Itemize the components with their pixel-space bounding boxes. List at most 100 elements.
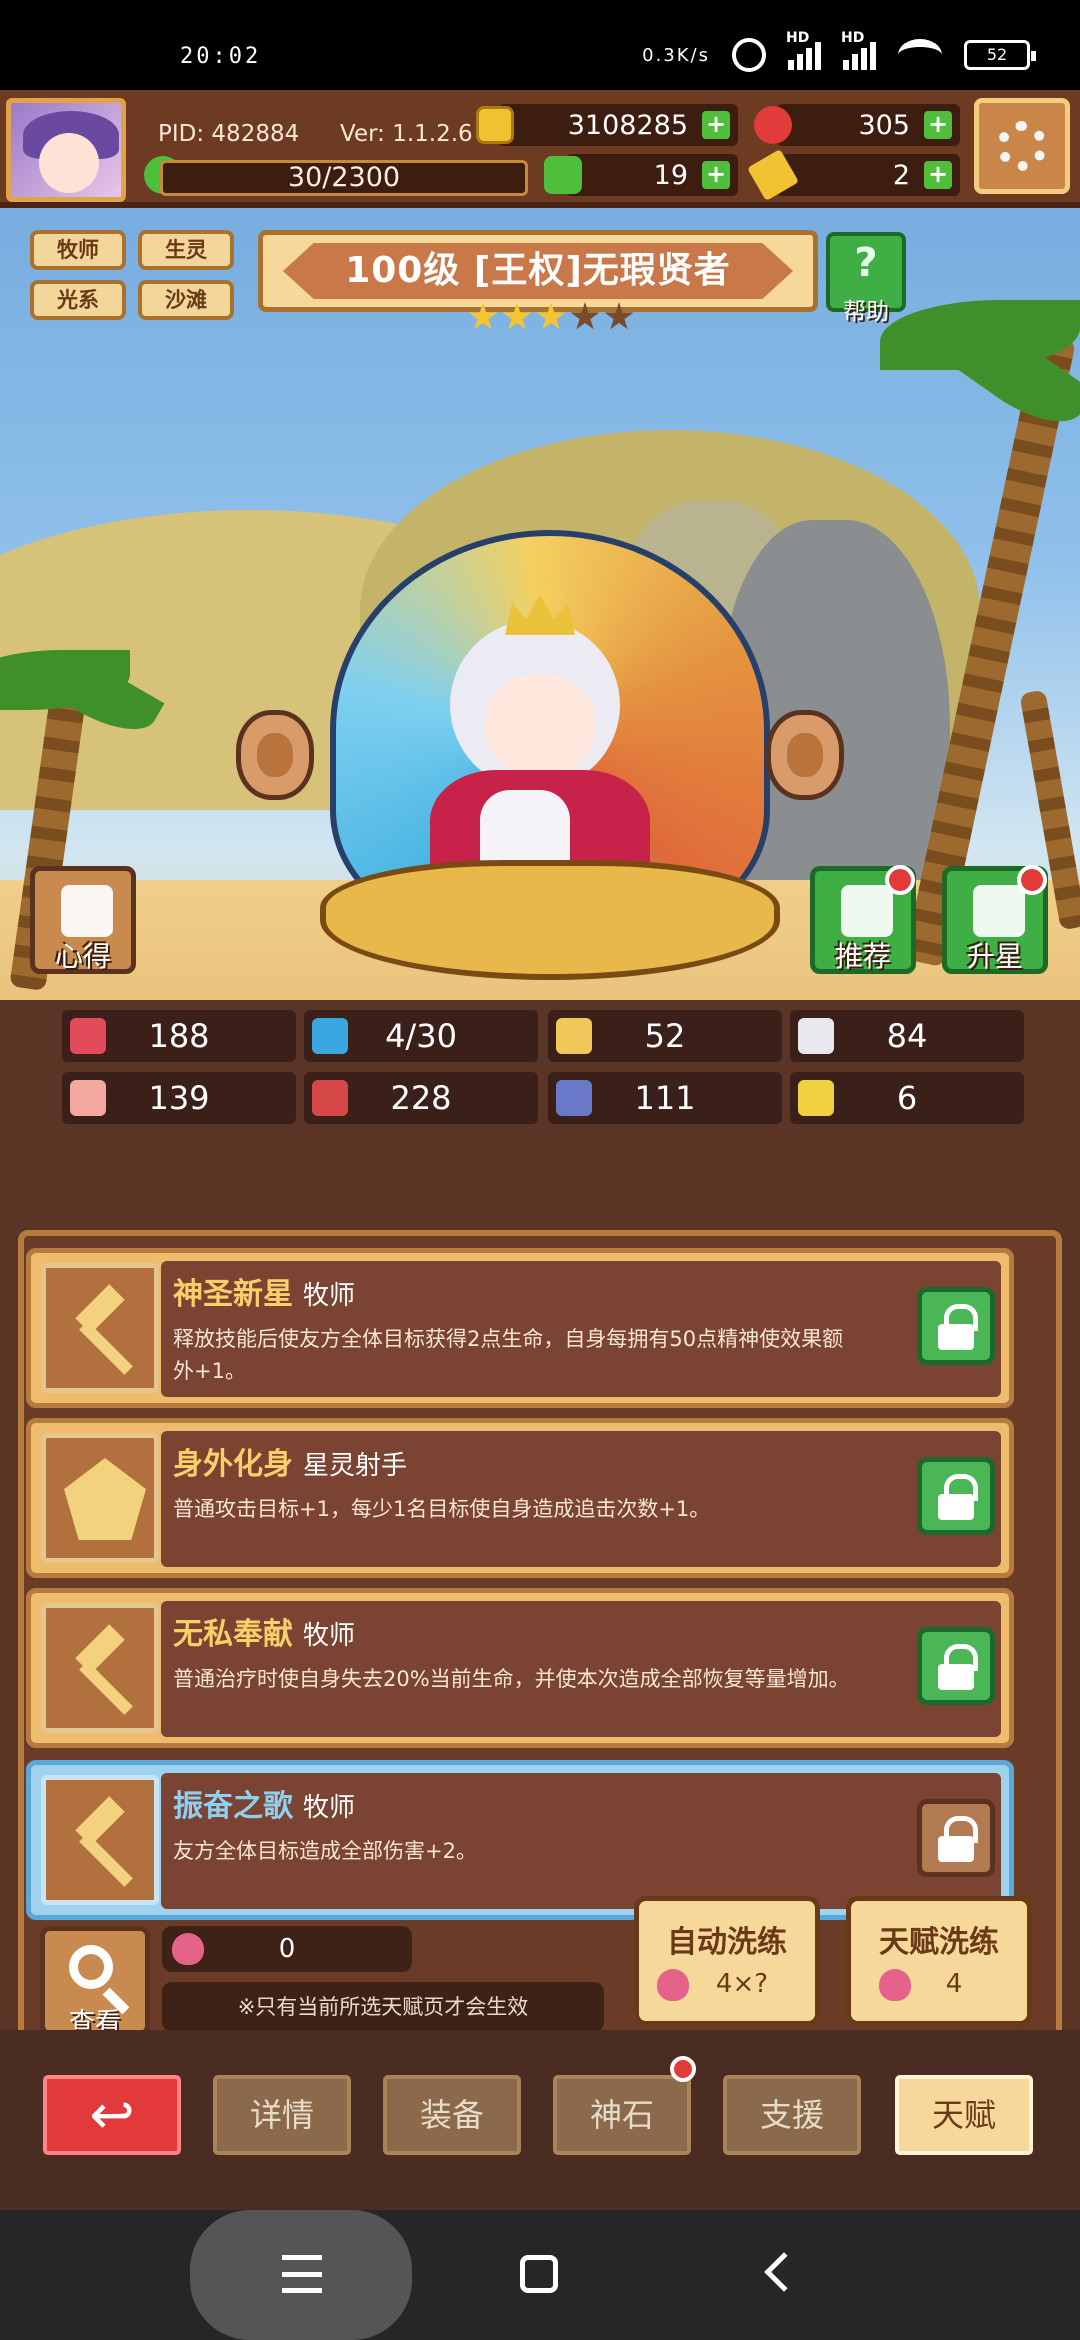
talent-gem-counter: 0 [162, 1926, 412, 1972]
talent-description: 普通治疗时使自身失去20%当前生命，并使本次造成全部恢复等量增加。 [173, 1667, 850, 1691]
notification-dot [885, 865, 915, 895]
talent-title: 振奋之歌 牧师 [173, 1781, 355, 1825]
talent-role: 星灵射手 [303, 1451, 408, 1481]
notification-dot [670, 2056, 696, 2082]
hammer-icon [41, 1603, 159, 1733]
signal-icon: HD [841, 30, 876, 70]
status-bar: 20:02 0.3K/s HD HD 52 [0, 0, 1080, 90]
tag-class: 牧师 [30, 230, 126, 270]
notebook-icon [61, 885, 113, 937]
star-icon [604, 302, 634, 330]
nav-equipment[interactable]: 装备 [378, 2070, 526, 2160]
key-amount: 2 [892, 159, 910, 191]
menu-icon[interactable] [282, 2255, 322, 2293]
lock-icon[interactable] [917, 1627, 995, 1705]
question-icon: ? [854, 240, 878, 286]
talent-refine-button[interactable]: 天赋洗练 4 [846, 1896, 1032, 2026]
star-icon [570, 302, 600, 330]
back-button[interactable]: ↩ [38, 2070, 186, 2160]
player-avatar[interactable] [6, 98, 126, 202]
talent-description: 普通攻击目标+1，每少1名目标使自身造成追击次数+1。 [173, 1497, 711, 1521]
hammer-icon [41, 1263, 159, 1393]
talent-refine-label: 天赋洗练 [879, 1925, 999, 1960]
notification-dot [1017, 865, 1047, 895]
upgrade-star-button[interactable]: 升星 [942, 865, 1048, 974]
add-clover-button[interactable]: + [702, 161, 730, 189]
talent-role: 牧师 [303, 1281, 356, 1311]
hero-face [485, 675, 595, 775]
unlock-icon[interactable] [917, 1799, 995, 1877]
help-button[interactable]: ? 帮助 [826, 232, 906, 325]
gold-coin-icon [476, 106, 514, 144]
lock-icon[interactable] [917, 1457, 995, 1535]
stat-wing: 84 [790, 1010, 1024, 1062]
talent-refine-cost: 4 [851, 1969, 1027, 2001]
add-gold-button[interactable]: + [702, 111, 730, 139]
next-hero-button[interactable] [766, 710, 844, 800]
nav-support[interactable]: 支援 [718, 2070, 866, 2160]
tag-terrain: 沙滩 [138, 280, 234, 320]
settings-button[interactable] [974, 98, 1070, 194]
add-key-button[interactable]: + [924, 161, 952, 189]
network-speed: 0.3K/s [642, 44, 710, 66]
talent-title: 无私奉献 牧师 [173, 1609, 355, 1653]
talent-card[interactable]: 无私奉献 牧师普通治疗时使自身失去20%当前生命，并使本次造成全部恢复等量增加。 [26, 1588, 1014, 1748]
auto-refine-button[interactable]: 自动洗练 4×? [634, 1896, 820, 2026]
horseshoe-icon [798, 1080, 834, 1116]
lock-icon[interactable] [917, 1287, 995, 1365]
alarm-icon [732, 38, 766, 72]
stat-value: 4/30 [385, 1017, 457, 1055]
stat-value: 111 [634, 1079, 696, 1117]
wifi-icon [898, 39, 942, 71]
talent-name: 神圣新星 [173, 1277, 293, 1312]
notes-button[interactable]: 心得 [30, 866, 136, 974]
recommend-button[interactable]: 推荐 [810, 865, 916, 974]
game-screen: PID: 482884 Ver: 1.1.2.6 3108285 + 305 +… [0, 90, 1080, 2210]
battery-icon: 52 [964, 40, 1036, 70]
book-icon [312, 1080, 348, 1116]
notes-label: 心得 [54, 940, 111, 973]
add-ruby-button[interactable]: + [924, 111, 952, 139]
hero-title-banner: 100级 [王权]无瑕贤者 [258, 230, 818, 312]
boot-icon [556, 1080, 592, 1116]
signal-label: HD [786, 30, 810, 46]
gear-icon [997, 121, 1047, 171]
fist-icon [70, 1080, 106, 1116]
talent-name: 振奋之歌 [173, 1789, 293, 1824]
talent-name: 身外化身 [173, 1447, 293, 1482]
star-icon [536, 302, 566, 330]
auto-refine-label: 自动洗练 [667, 1925, 787, 1960]
stat-shield: 52 [548, 1010, 782, 1062]
talent-title: 身外化身 星灵射手 [173, 1439, 407, 1483]
view-button[interactable]: 查看 [40, 1926, 150, 2038]
talent-card[interactable]: 身外化身 星灵射手普通攻击目标+1，每少1名目标使自身造成追击次数+1。 [26, 1418, 1014, 1578]
signal-icon: HD [786, 30, 821, 70]
talent-description: 释放技能后使友方全体目标获得2点生命，自身每拥有50点精神使效果额外+1。 [173, 1327, 844, 1383]
tag-element: 光系 [30, 280, 126, 320]
energy-bar: 30/2300 [160, 160, 528, 196]
hammer-shaft [79, 1661, 133, 1715]
signal-label: HD [841, 30, 865, 46]
talent-description: 友方全体目标造成全部伤害+2。 [173, 1839, 477, 1863]
talent-name: 无私奉献 [173, 1617, 293, 1652]
gem-icon [657, 1969, 689, 2001]
stat-heart: 188 [62, 1010, 296, 1062]
gem-icon [879, 1969, 911, 2001]
gem-amount: 0 [278, 1934, 296, 1964]
talent-role: 牧师 [303, 1793, 356, 1823]
home-icon[interactable] [520, 2255, 558, 2293]
talent-role: 牧师 [303, 1621, 356, 1651]
key-icon [747, 149, 799, 201]
stat-value: 6 [896, 1079, 918, 1117]
hammer-shaft [79, 1321, 133, 1375]
nav-talent[interactable]: 天赋 [890, 2070, 1038, 2160]
previous-hero-button[interactable] [236, 710, 314, 800]
nav-god-stone[interactable]: 神石 [548, 2070, 696, 2160]
clover-counter: 19 + [544, 154, 738, 196]
hero-star-rating [468, 302, 634, 332]
talent-card[interactable]: 神圣新星 牧师释放技能后使友方全体目标获得2点生命，自身每拥有50点精神使效果额外… [26, 1248, 1014, 1408]
nav-details[interactable]: 详情 [208, 2070, 356, 2160]
talent-body: 无私奉献 牧师普通治疗时使自身失去20%当前生命，并使本次造成全部恢复等量增加。 [161, 1601, 1001, 1737]
star-icon [468, 302, 498, 330]
upgrade-star-label: 升星 [966, 940, 1023, 973]
